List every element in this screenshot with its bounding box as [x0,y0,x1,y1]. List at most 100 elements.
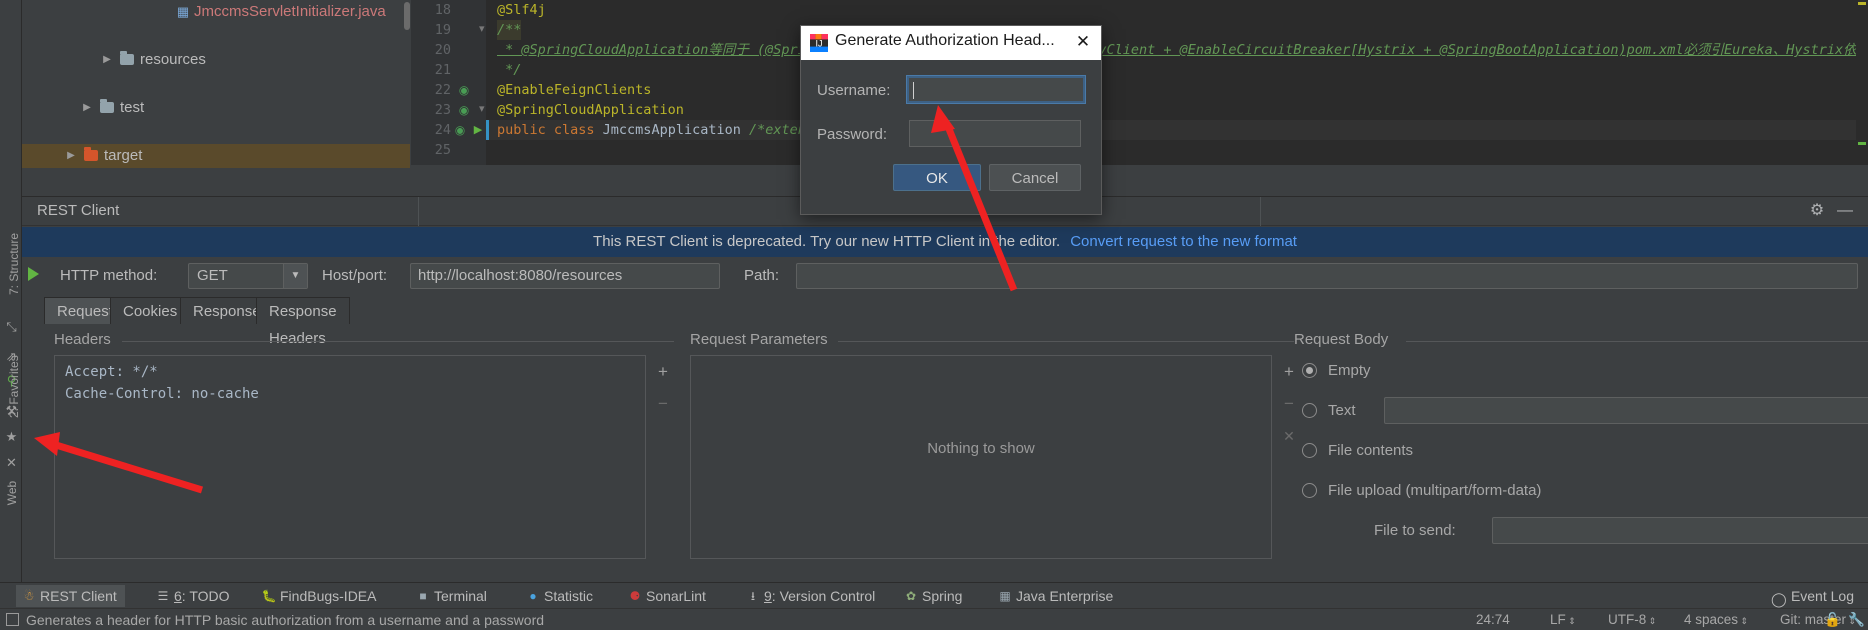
password-label: Password: [817,126,888,143]
expand-icon[interactable]: ⤡ [3,318,20,335]
java-file-icon: ▦ [176,4,190,19]
http-method-value: GET [197,267,228,284]
spring-bean-icon[interactable]: ◉ [451,121,469,139]
sonarlint-icon: ⚈ [629,589,641,603]
rest-client-icon: ☃ [23,589,35,603]
path-label: Path: [744,267,780,284]
dialog-body: Username: Password: OK Cancel [801,60,1101,214]
file-encoding[interactable]: UTF-8 ⇕ [1608,612,1656,627]
tree-item-label: test [120,99,145,116]
minimize-icon[interactable]: — [1836,202,1854,220]
remove-header-button[interactable]: − [652,393,674,415]
run-icon[interactable]: ▶ [469,121,487,139]
body-text-input[interactable] [1384,397,1868,424]
chevron-right-icon[interactable]: ▶ [100,48,114,72]
warning-stripe [1858,2,1866,5]
chevron-right-icon[interactable]: ▶ [64,144,78,168]
section-rule [838,341,1302,342]
line-number: 21 [434,62,451,78]
close-icon[interactable]: ✕ [1073,32,1093,52]
line-number: 25 [434,142,451,158]
radio-text[interactable] [1302,403,1317,418]
tool-window-label: Statistic [544,588,594,604]
radio-empty[interactable] [1302,363,1317,378]
caret-position[interactable]: 24:74 [1476,612,1510,627]
tree-item-target[interactable]: ▶ target [22,144,410,168]
radio-file-contents[interactable] [1302,443,1317,458]
event-log-icon: ◯ [1770,591,1787,607]
tool-window-label: Spring [922,588,963,604]
star-icon[interactable]: ★ [3,428,20,445]
radio-empty-label: Empty [1328,362,1371,379]
radio-file-upload[interactable] [1302,483,1317,498]
http-method-select[interactable]: GET ▼ [188,263,308,289]
request-parameters-list[interactable]: Nothing to show [690,355,1272,559]
fold-icon[interactable]: ▾ [479,102,485,115]
tree-item-jmccms-servlet-initializer[interactable]: ▦ JmccmsServletInitializer.java [22,0,410,24]
fold-icon[interactable]: ▾ [479,22,485,35]
header-divider [418,197,419,226]
left-tool-strip[interactable]: 7: Structure ⤡ ⇗ ⚲ 2: Favorites ⚒ ★ ✕ We… [0,196,22,582]
banner-text: This REST Client is deprecated. Try our … [593,233,1061,250]
line-separator[interactable]: LF ⇕ [1550,612,1576,627]
sidebar-item-web[interactable]: Web [5,473,19,513]
file-to-send-label: File to send: [1374,522,1456,539]
tool-window-spring[interactable]: ✿ Spring [898,585,970,607]
tool-window-statistic[interactable]: ● Statistic [520,585,601,607]
lock-icon[interactable]: 🔓 [1824,612,1841,628]
project-tree[interactable]: ▦ JmccmsServletInitializer.java ▶ resour… [22,0,410,196]
search-gutter-icon[interactable]: ◉ [455,101,473,119]
tool-window-java-enterprise[interactable]: ▦ Java Enterprise [992,585,1121,607]
close-icon[interactable]: ✕ [3,454,20,471]
ok-button[interactable]: OK [893,164,981,191]
section-rule [1406,341,1868,342]
host-port-input[interactable]: http://localhost:8080/resources [410,263,720,289]
indent-setting[interactable]: 4 spaces ⇕ [1684,612,1748,627]
headers-section-title: Headers [54,331,119,348]
password-field[interactable] [909,120,1081,147]
tree-item-resources[interactable]: ▶ resources [22,48,410,72]
chevron-down-icon[interactable]: ▼ [283,264,307,288]
dialog-titlebar[interactable]: IJ Generate Authorization Head... ✕ [801,26,1101,60]
path-input[interactable] [796,263,1858,289]
line-number: 20 [434,42,451,58]
header-row[interactable]: Accept: */* [65,364,158,380]
tool-window-findbugs[interactable]: 🐛 FindBugs-IDEA [256,585,384,607]
add-header-button[interactable]: + [652,361,674,383]
tree-scrollbar[interactable] [404,0,410,196]
headers-list[interactable]: Accept: */* Cache-Control: no-cache [54,355,646,559]
git-branch[interactable]: Git: master ⇕ [1780,612,1856,627]
convert-request-link[interactable]: Convert request to the new format [1070,233,1297,250]
gear-icon[interactable]: ⚙ [1808,202,1826,220]
code-editor[interactable]: 18 @Slf4j 19 /** ▾ 20 * @SpringCloudAppl… [411,0,1868,196]
generate-authorization-header-dialog[interactable]: IJ Generate Authorization Head... ✕ User… [800,25,1102,215]
radio-file-contents-label: File contents [1328,442,1414,459]
tab-cookies[interactable]: Cookies [110,297,191,324]
tool-window-rest-client[interactable]: ☃ REST Client [16,585,125,607]
cancel-button[interactable]: Cancel [989,164,1081,191]
chevron-right-icon[interactable]: ▶ [80,96,94,120]
tool-window-sonarlint[interactable]: ⚈ SonarLint [622,585,714,607]
run-icon[interactable] [28,267,39,281]
target-folder-icon [82,144,100,168]
wrench-icon[interactable]: ⚒ [3,402,20,419]
tool-window-todo[interactable]: ☰ 6: TODO [150,585,238,607]
tree-item-test[interactable]: ▶ test [22,96,410,120]
status-hint: Generates a header for HTTP basic author… [26,612,545,628]
inspection-icon[interactable]: 🔧 [1848,612,1865,628]
search-gutter-icon[interactable]: ◉ [455,81,473,99]
code-line: @Slf4j [497,2,546,18]
username-field[interactable] [906,75,1086,104]
tool-window-version-control[interactable]: ⭳ 9: Version Control [740,585,883,607]
header-row[interactable]: Cache-Control: no-cache [65,386,259,402]
editor-error-stripe[interactable] [1856,0,1868,165]
svg-text:IJ: IJ [815,39,822,49]
line-number: 24 [434,122,451,138]
tab-response-headers[interactable]: Response Headers [256,297,350,347]
tool-window-terminal[interactable]: ■ Terminal [410,585,495,607]
file-to-send-input[interactable] [1492,517,1868,544]
event-log-button[interactable]: ◯ Event Log [1771,585,1854,607]
sidebar-item-structure[interactable]: 7: Structure [7,233,21,295]
event-log-label: Event Log [1790,588,1854,604]
tree-item-label: target [104,147,143,164]
